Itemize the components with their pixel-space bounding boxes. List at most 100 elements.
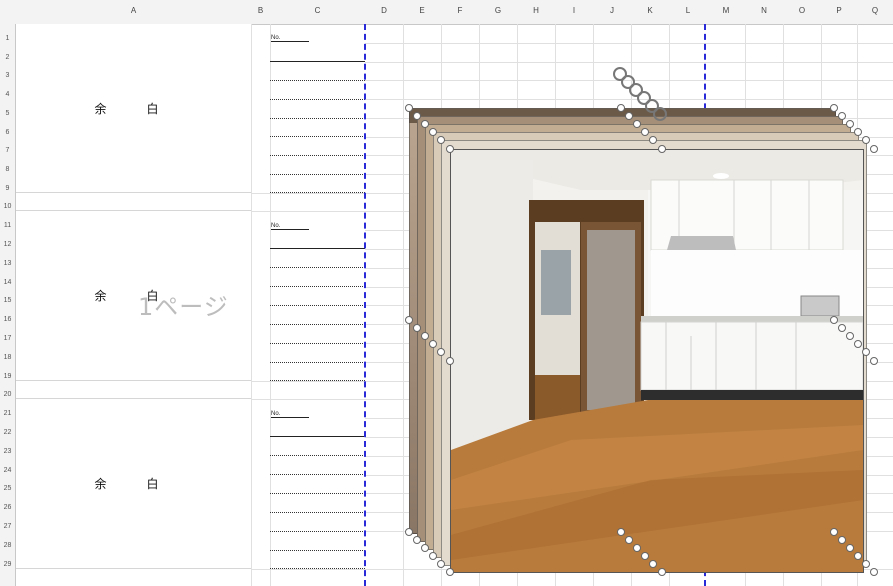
row-header-27[interactable]: 27 [0, 522, 15, 532]
row-header-20[interactable]: 20 [0, 390, 15, 400]
row-header-21[interactable]: 21 [0, 409, 15, 419]
resize-handle[interactable] [830, 316, 838, 324]
resize-handle[interactable] [838, 536, 846, 544]
column-header-n[interactable]: N [745, 6, 783, 15]
resize-handle[interactable] [854, 552, 862, 560]
resize-handle[interactable] [870, 145, 878, 153]
number-label[interactable]: No. [271, 411, 309, 418]
resize-handle[interactable] [617, 528, 625, 536]
resize-handle[interactable] [437, 136, 445, 144]
resize-handle[interactable] [413, 536, 421, 544]
column-header-a[interactable]: A [16, 6, 251, 15]
resize-handle[interactable] [429, 552, 437, 560]
resize-handle[interactable] [846, 120, 854, 128]
rotate-handle-icon[interactable] [653, 107, 667, 121]
row-header-29[interactable]: 29 [0, 560, 15, 570]
resize-handle[interactable] [413, 112, 421, 120]
row-header-22[interactable]: 22 [0, 428, 15, 438]
resize-handle[interactable] [838, 112, 846, 120]
column-header-g[interactable]: G [479, 6, 517, 15]
row-header-26[interactable]: 26 [0, 503, 15, 513]
resize-handle[interactable] [421, 332, 429, 340]
row-header-13[interactable]: 13 [0, 259, 15, 269]
resize-handle[interactable] [625, 112, 633, 120]
column-header-o[interactable]: O [783, 6, 821, 15]
spacer-row[interactable] [16, 381, 251, 399]
resize-handle[interactable] [437, 560, 445, 568]
resize-handle[interactable] [617, 104, 625, 112]
resize-handle[interactable] [862, 136, 870, 144]
column-header-l[interactable]: L [669, 6, 707, 15]
column-header-i[interactable]: I [555, 6, 593, 15]
resize-handle[interactable] [830, 528, 838, 536]
row-header-17[interactable]: 17 [0, 334, 15, 344]
row-header-28[interactable]: 28 [0, 541, 15, 551]
spacer-row[interactable] [16, 193, 251, 211]
resize-handle[interactable] [446, 568, 454, 576]
resize-handle[interactable] [446, 145, 454, 153]
resize-handle[interactable] [649, 560, 657, 568]
column-header-j[interactable]: J [593, 6, 631, 15]
resize-handle[interactable] [846, 544, 854, 552]
margin-block-3[interactable]: 余 白 [16, 399, 251, 569]
row-header-23[interactable]: 23 [0, 447, 15, 457]
row-header-7[interactable]: 7 [0, 146, 15, 156]
resize-handle[interactable] [421, 120, 429, 128]
column-header-f[interactable]: F [441, 6, 479, 15]
resize-handle[interactable] [862, 560, 870, 568]
column-header-b[interactable]: B [251, 6, 270, 15]
resize-handle[interactable] [658, 145, 666, 153]
resize-handle[interactable] [641, 552, 649, 560]
row-header-18[interactable]: 18 [0, 353, 15, 363]
row-header-5[interactable]: 5 [0, 109, 15, 119]
row-header-3[interactable]: 3 [0, 71, 15, 81]
resize-handle[interactable] [658, 568, 666, 576]
row-header-10[interactable]: 10 [0, 202, 15, 212]
row-header-12[interactable]: 12 [0, 240, 15, 250]
row-header-19[interactable]: 19 [0, 372, 15, 382]
resize-handle[interactable] [641, 128, 649, 136]
resize-handle[interactable] [405, 528, 413, 536]
kitchen-room-photo[interactable] [450, 149, 864, 573]
margin-block-1[interactable]: 余 白 [16, 24, 251, 193]
column-header-c[interactable]: C [270, 6, 365, 15]
resize-handle[interactable] [830, 104, 838, 112]
row-header-4[interactable]: 4 [0, 90, 15, 100]
row-header-2[interactable]: 2 [0, 53, 15, 63]
resize-handle[interactable] [854, 128, 862, 136]
resize-handle[interactable] [649, 136, 657, 144]
resize-handle[interactable] [429, 128, 437, 136]
resize-handle[interactable] [870, 357, 878, 365]
row-header-25[interactable]: 25 [0, 484, 15, 494]
column-header-q[interactable]: Q [857, 6, 893, 15]
resize-handle[interactable] [633, 544, 641, 552]
resize-handle[interactable] [854, 340, 862, 348]
resize-handle[interactable] [437, 348, 445, 356]
column-header-d[interactable]: D [365, 6, 403, 15]
resize-handle[interactable] [446, 357, 454, 365]
resize-handle[interactable] [838, 324, 846, 332]
row-header-9[interactable]: 9 [0, 184, 15, 194]
row-header-8[interactable]: 8 [0, 165, 15, 175]
column-header-p[interactable]: P [821, 6, 857, 15]
row-header-1[interactable]: 1 [0, 34, 15, 44]
row-header-24[interactable]: 24 [0, 466, 15, 476]
resize-handle[interactable] [421, 544, 429, 552]
spreadsheet-grid[interactable]: A B C D E F G H I J K L M N O P Q 1 2 3 … [0, 0, 893, 586]
resize-handle[interactable] [633, 120, 641, 128]
column-header-k[interactable]: K [631, 6, 669, 15]
resize-handle[interactable] [405, 104, 413, 112]
row-header-15[interactable]: 15 [0, 296, 15, 306]
resize-handle[interactable] [405, 316, 413, 324]
row-header-16[interactable]: 16 [0, 315, 15, 325]
resize-handle[interactable] [413, 324, 421, 332]
resize-handle[interactable] [846, 332, 854, 340]
number-label[interactable]: No. [271, 35, 309, 42]
resize-handle[interactable] [862, 348, 870, 356]
resize-handle[interactable] [870, 568, 878, 576]
row-header-6[interactable]: 6 [0, 128, 15, 138]
row-header-14[interactable]: 14 [0, 278, 15, 288]
column-header-m[interactable]: M [707, 6, 745, 15]
row-header-11[interactable]: 11 [0, 221, 15, 231]
resize-handle[interactable] [625, 536, 633, 544]
